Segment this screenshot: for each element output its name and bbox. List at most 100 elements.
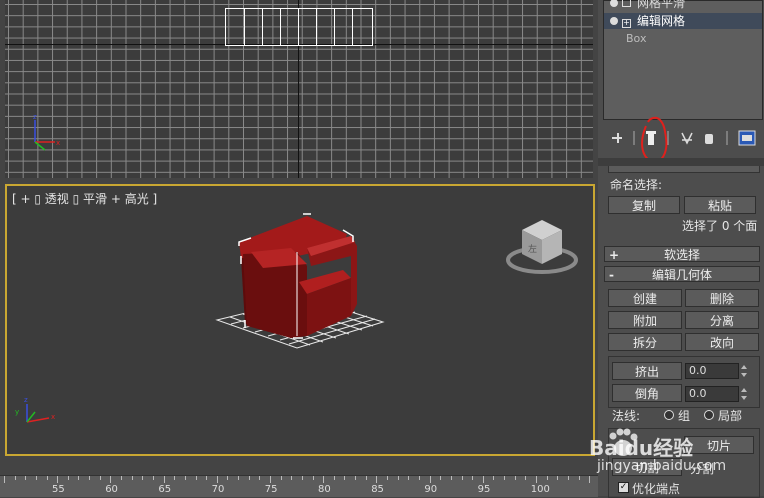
ruler-tick	[25, 476, 27, 480]
ruler-tick	[206, 476, 208, 480]
ruler-label: 80	[318, 484, 331, 495]
chair-top-view-outline[interactable]	[225, 8, 373, 46]
ruler-tick	[567, 476, 569, 480]
ruler-tick	[557, 476, 559, 480]
ruler-tick	[99, 476, 101, 480]
ruler-tick	[14, 476, 16, 480]
watermark-brand: Baidu经验	[589, 436, 694, 460]
ruler-label: 60	[105, 484, 118, 495]
light-bulb-icon[interactable]	[610, 17, 618, 25]
configure-modifier-sets-icon	[738, 130, 756, 146]
svg-text:x: x	[56, 139, 60, 147]
ruler-label: 65	[158, 484, 172, 495]
ruler-tick	[344, 476, 346, 480]
ruler-label: 70	[211, 484, 225, 495]
ruler-tick	[174, 476, 176, 480]
expand-box-icon[interactable]	[622, 0, 631, 7]
ruler-tick	[472, 476, 474, 480]
ruler-tick	[57, 476, 59, 483]
time-ruler[interactable]: 55 60 65 70 75 80 85 90 95 100	[0, 475, 633, 497]
normals-local-radio[interactable]	[704, 410, 714, 420]
ruler-label: 95	[477, 484, 491, 495]
rollout-edit-geometry[interactable]: - 编辑几何体	[604, 266, 760, 282]
perspective-viewport[interactable]: [ + ▯ 透视 ▯ 平滑 + 高光 ] 左 y x z	[5, 184, 595, 456]
stack-item-box[interactable]: Box	[604, 31, 762, 47]
stack-item-edit-mesh[interactable]: + 编辑网格	[604, 13, 762, 29]
ruler-label: 90	[424, 484, 438, 495]
rollout-soft-selection[interactable]: + 软选择	[604, 246, 760, 262]
ruler-label: 100	[530, 484, 550, 495]
ruler-tick	[4, 476, 5, 483]
ruler-tick	[408, 476, 410, 480]
delete-button[interactable]: 删除	[685, 289, 759, 307]
panel-separator	[598, 158, 764, 166]
refine-ends-checkbox[interactable]: ✓	[618, 482, 629, 493]
bevel-amount-input[interactable]: 0.0	[685, 386, 739, 402]
create-button[interactable]: 创建	[608, 289, 682, 307]
bevel-button[interactable]: 倒角	[612, 384, 682, 402]
modifier-stack-list[interactable]: 网格平滑 + 编辑网格 Box	[603, 0, 763, 120]
ruler-tick	[301, 476, 303, 480]
ruler-tick	[482, 476, 484, 483]
svg-text:z: z	[33, 113, 37, 121]
ruler-tick	[35, 476, 37, 480]
panel-top-clipped	[608, 166, 760, 173]
attach-button[interactable]: 附加	[608, 311, 682, 329]
ruler-tick	[67, 476, 69, 480]
ruler-tick	[387, 476, 389, 480]
baidu-watermark: Baidu经验 jingyan.baidu.com	[583, 420, 733, 478]
ruler-label: 55	[52, 484, 65, 495]
ruler-tick	[450, 476, 452, 480]
light-bulb-icon[interactable]	[610, 0, 618, 7]
ruler-tick	[418, 476, 420, 480]
detach-button[interactable]: 分离	[685, 311, 759, 329]
ruler-tick	[291, 476, 293, 480]
ruler-tick	[504, 476, 506, 480]
expand-box-icon[interactable]: +	[622, 19, 631, 28]
svg-text:左: 左	[528, 243, 537, 255]
divide-button[interactable]: 拆分	[608, 333, 682, 351]
pin-stack-icon	[612, 133, 622, 143]
svg-text:x: x	[51, 413, 55, 421]
watermark-url: jingyan.baidu.com	[597, 458, 727, 474]
extrude-spinner-arrows-icon[interactable]	[741, 363, 747, 379]
viewcube: 左	[506, 220, 578, 274]
ruler-label: 75	[264, 484, 278, 495]
ruler-tick	[493, 476, 495, 480]
ruler-tick	[536, 476, 537, 483]
ruler-tick	[461, 476, 463, 480]
bevel-spinner-arrows-icon[interactable]	[741, 386, 747, 402]
paste-button[interactable]: 粘贴	[684, 196, 756, 214]
refine-ends-label: 优化端点	[632, 482, 681, 496]
top-viewport[interactable]: z x	[5, 0, 593, 178]
turn-button[interactable]: 改向	[685, 333, 759, 351]
ruler-tick	[333, 476, 335, 480]
ruler-tick	[259, 476, 261, 480]
ruler-tick	[429, 476, 431, 483]
svg-text:z: z	[24, 396, 28, 404]
ruler-tick	[78, 476, 80, 480]
ruler-tick	[578, 476, 580, 480]
ruler-tick	[142, 476, 144, 480]
scene-canvas: 左 y x z	[15, 213, 578, 423]
ruler-tick	[355, 476, 357, 480]
ruler-tick	[152, 476, 154, 480]
ruler-tick	[238, 476, 240, 480]
ruler-tick	[227, 476, 229, 480]
selection-status: 选择了 0 个面	[682, 219, 758, 233]
ruler-tick	[195, 476, 197, 480]
extrude-amount-input[interactable]: 0.0	[685, 363, 739, 379]
ruler-tick	[248, 476, 250, 480]
stack-item-meshsmooth[interactable]: 网格平滑	[604, 0, 762, 11]
ruler-tick	[46, 476, 48, 480]
ruler-tick	[184, 476, 186, 480]
ruler-tick	[121, 476, 123, 480]
copy-button[interactable]: 复制	[608, 196, 680, 214]
normals-group-radio[interactable]	[664, 410, 674, 420]
ruler-tick	[163, 476, 165, 483]
extrude-button[interactable]: 挤出	[612, 362, 682, 380]
ruler-tick	[312, 476, 314, 480]
ruler-tick	[89, 476, 91, 480]
ruler-tick	[131, 476, 133, 480]
ruler-tick	[514, 476, 516, 480]
